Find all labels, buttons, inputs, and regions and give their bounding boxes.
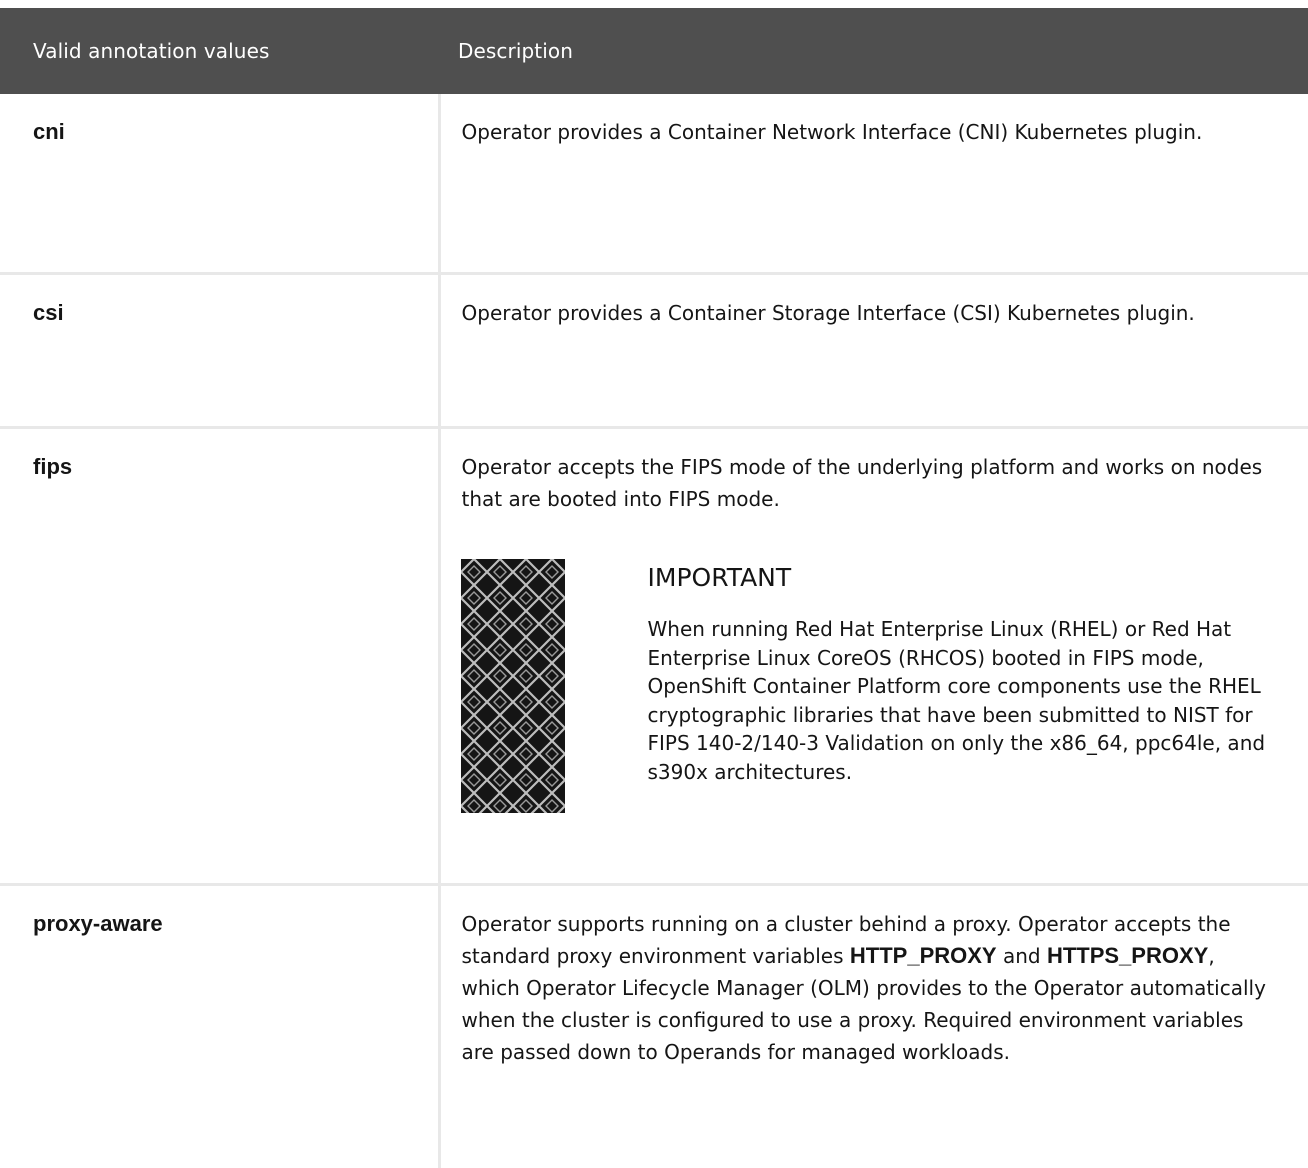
description-csi: Operator provides a Container Storage In… (462, 297, 1279, 329)
admonition-title: IMPORTANT (648, 563, 1279, 593)
annotation-value-cell: cni (0, 94, 439, 274)
annotation-value-cell: fips (0, 428, 439, 885)
env-var-http-proxy: HTTP_PROXY (850, 943, 997, 968)
table-row: fips Operator accepts the FIPS mode of t… (0, 428, 1308, 885)
description-cell: Operator provides a Container Network In… (439, 94, 1308, 274)
annotation-value-cell: csi (0, 274, 439, 428)
admonition-body: IMPORTANT When running Red Hat Enterpris… (648, 559, 1279, 786)
annotation-values-table: Valid annotation values Description cni … (0, 8, 1308, 1168)
table-row: proxy-aware Operator supports running on… (0, 885, 1308, 1168)
description-cni: Operator provides a Container Network In… (462, 116, 1279, 148)
description-cell: Operator accepts the FIPS mode of the un… (439, 428, 1308, 885)
description-cell: Operator provides a Container Storage In… (439, 274, 1308, 428)
annotation-value-csi: csi (33, 297, 438, 329)
annotation-value-cell: proxy-aware (0, 885, 439, 1168)
table-row: cni Operator provides a Container Networ… (0, 94, 1308, 274)
description-fips: Operator accepts the FIPS mode of the un… (462, 451, 1279, 515)
important-pattern-icon (461, 559, 565, 813)
header-valid-annotation-values: Valid annotation values (0, 8, 439, 94)
table-row: csi Operator provides a Container Storag… (0, 274, 1308, 428)
annotation-value-fips: fips (33, 451, 438, 483)
header-description: Description (439, 8, 1308, 94)
description-cell: Operator supports running on a cluster b… (439, 885, 1308, 1168)
admonition-text: When running Red Hat Enterprise Linux (R… (648, 615, 1279, 786)
description-text-part: and (997, 944, 1047, 968)
annotation-value-proxy-aware: proxy-aware (33, 908, 438, 940)
table-header: Valid annotation values Description (0, 8, 1308, 94)
page-top-margin (0, 0, 1308, 8)
description-proxy-aware: Operator supports running on a cluster b… (462, 908, 1279, 1068)
table-header-row: Valid annotation values Description (0, 8, 1308, 94)
important-admonition: IMPORTANT When running Red Hat Enterpris… (462, 559, 1279, 819)
annotation-value-cni: cni (33, 116, 438, 148)
env-var-https-proxy: HTTPS_PROXY (1047, 943, 1208, 968)
